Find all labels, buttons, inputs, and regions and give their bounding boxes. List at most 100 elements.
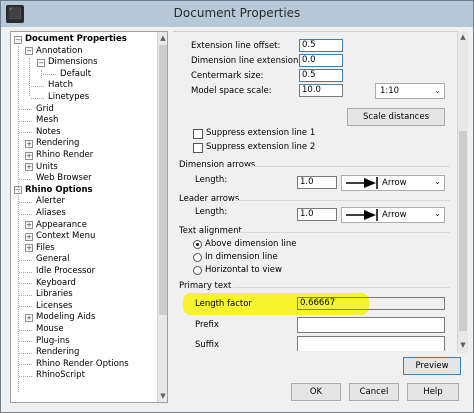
dimension-arrow-style-dropdown[interactable]: Arrow ⌄: [341, 175, 445, 191]
tree-item[interactable]: Appearance: [36, 220, 87, 231]
tree-scrollbar[interactable]: ▲ ▼: [157, 32, 167, 402]
tree-item[interactable]: Plug-ins: [36, 336, 70, 347]
tree-item[interactable]: Rendering: [36, 138, 79, 149]
suppress-extension-line-1-checkbox[interactable]: [193, 129, 203, 139]
tree-item[interactable]: Annotation: [36, 46, 83, 57]
tree-item-label: Appearance: [36, 219, 88, 230]
scroll-up-arrow-icon[interactable]: ▲: [458, 31, 468, 43]
dimension-settings-panel: Extension line offset: 0.5 Dimension lin…: [173, 31, 457, 351]
tree-connector: [19, 178, 32, 180]
model-space-scale-input[interactable]: 10.0: [299, 84, 343, 97]
suffix-input[interactable]: [297, 336, 445, 351]
tree-connector: [43, 74, 56, 76]
tree-item[interactable]: Document Properties: [25, 34, 127, 45]
tree-item[interactable]: Default: [60, 69, 91, 80]
expand-icon[interactable]: +: [25, 221, 33, 230]
scroll-down-arrow-icon[interactable]: ▼: [458, 339, 468, 351]
section-divider: [245, 166, 450, 167]
tree-item[interactable]: Grid: [36, 104, 54, 115]
collapse-icon[interactable]: −: [37, 58, 45, 67]
expand-icon[interactable]: +: [25, 139, 33, 148]
tree-item[interactable]: Licenses: [36, 301, 72, 312]
expand-icon[interactable]: +: [25, 313, 33, 322]
scroll-down-arrow-icon[interactable]: ▼: [158, 390, 167, 402]
panel-scrollbar[interactable]: ▲ ▼: [457, 31, 468, 353]
tree-item[interactable]: RhinoScript: [36, 370, 85, 381]
tree-connector: [29, 58, 30, 96]
scrollbar-thumb[interactable]: [459, 131, 467, 331]
tree-connector: [19, 132, 32, 134]
tree-item-label: Web Browser: [36, 173, 92, 184]
window-title: Document Properties: [173, 6, 301, 20]
tree-item[interactable]: Files: [36, 243, 55, 254]
title-bar[interactable]: ⬛ Document Properties: [1, 1, 473, 27]
tree-item[interactable]: General: [36, 254, 70, 265]
tree-item-label: Default: [60, 68, 92, 79]
tree-item-label: Plug-ins: [36, 335, 70, 346]
tree-item[interactable]: Units: [36, 162, 58, 173]
scrollbar-thumb[interactable]: [159, 45, 167, 315]
align-above-label: Above dimension line: [205, 239, 297, 249]
tree-item-label: RhinoScript: [36, 370, 85, 381]
preview-button[interactable]: Preview: [403, 357, 461, 375]
collapse-icon[interactable]: −: [25, 47, 33, 56]
align-in-line-label: In dimension line: [205, 252, 278, 262]
tree-item[interactable]: Rhino Render: [36, 150, 93, 161]
suppress-extension-line-1-label: Suppress extension line 1: [206, 128, 316, 138]
tree-item[interactable]: Libraries: [36, 289, 73, 300]
model-space-scale-dropdown[interactable]: 1:10 ⌄: [375, 83, 445, 99]
tree-item[interactable]: Idle Processor: [36, 266, 95, 277]
tree-item[interactable]: Mesh: [36, 115, 58, 126]
options-tree[interactable]: Document Properties − Annotation − Dimension…: [10, 31, 168, 403]
tree-item[interactable]: Modeling Aids: [36, 312, 95, 323]
tree-item[interactable]: Aliases: [36, 208, 66, 219]
length-factor-input[interactable]: 0.66667: [297, 297, 445, 310]
tree-item[interactable]: Hatch: [48, 80, 73, 91]
tree-connector: [19, 201, 32, 203]
dimension-arrow-length-label: Length:: [195, 175, 228, 185]
tree-item[interactable]: Rhino Options: [25, 185, 93, 196]
tree-item[interactable]: Rhino Render Options: [36, 359, 129, 370]
tree-item-label: Keyboard: [36, 277, 76, 288]
leader-arrow-style-dropdown[interactable]: Arrow ⌄: [341, 207, 445, 223]
tree-item[interactable]: Rendering: [36, 347, 79, 358]
chevron-down-icon: ⌄: [434, 86, 441, 95]
help-button[interactable]: Help: [407, 383, 459, 401]
tree-item[interactable]: Context Menu: [36, 231, 95, 242]
expand-icon[interactable]: +: [25, 163, 33, 172]
scale-distances-button[interactable]: Scale distances: [347, 108, 445, 126]
tree-item[interactable]: Alerter: [36, 196, 65, 207]
tree-item-label: Libraries: [36, 289, 73, 300]
centermark-size-input[interactable]: 0.5: [299, 69, 343, 82]
dimension-line-extension-label: Dimension line extension:: [191, 56, 302, 66]
extension-line-offset-input[interactable]: 0.5: [299, 39, 343, 52]
model-space-scale-label: Model space scale:: [191, 86, 272, 96]
prefix-input[interactable]: [297, 317, 445, 333]
expand-icon[interactable]: +: [25, 232, 33, 241]
align-horizontal-radio[interactable]: [193, 266, 202, 275]
tree-item-label: Mouse: [36, 324, 64, 334]
expand-icon[interactable]: +: [25, 244, 33, 253]
scroll-up-arrow-icon[interactable]: ▲: [158, 32, 167, 44]
tree-item[interactable]: Mouse: [36, 324, 64, 335]
dimension-arrow-length-input[interactable]: 1.0: [297, 176, 337, 189]
suppress-extension-line-2-checkbox[interactable]: [193, 143, 203, 153]
tree-item[interactable]: Linetypes: [48, 92, 89, 103]
expand-icon[interactable]: +: [25, 151, 33, 160]
tree-item[interactable]: Dimensions: [48, 57, 98, 68]
dimension-line-extension-input[interactable]: 0.0: [299, 54, 343, 67]
section-divider: [233, 287, 450, 288]
leader-arrow-length-input[interactable]: 1.0: [297, 208, 337, 221]
tree-connector: [19, 306, 32, 308]
align-above-radio[interactable]: [193, 240, 202, 249]
tree-item[interactable]: Web Browser: [36, 173, 92, 184]
align-in-line-radio[interactable]: [193, 253, 202, 262]
collapse-icon[interactable]: −: [14, 35, 22, 44]
tree-connector: [19, 294, 32, 296]
tree-item[interactable]: Keyboard: [36, 278, 76, 289]
cancel-button[interactable]: Cancel: [349, 383, 399, 401]
tree-item[interactable]: Notes: [36, 127, 61, 138]
centermark-size-label: Centermark size:: [191, 71, 264, 81]
ok-button[interactable]: OK: [291, 383, 341, 401]
tree-connector: [19, 259, 32, 261]
